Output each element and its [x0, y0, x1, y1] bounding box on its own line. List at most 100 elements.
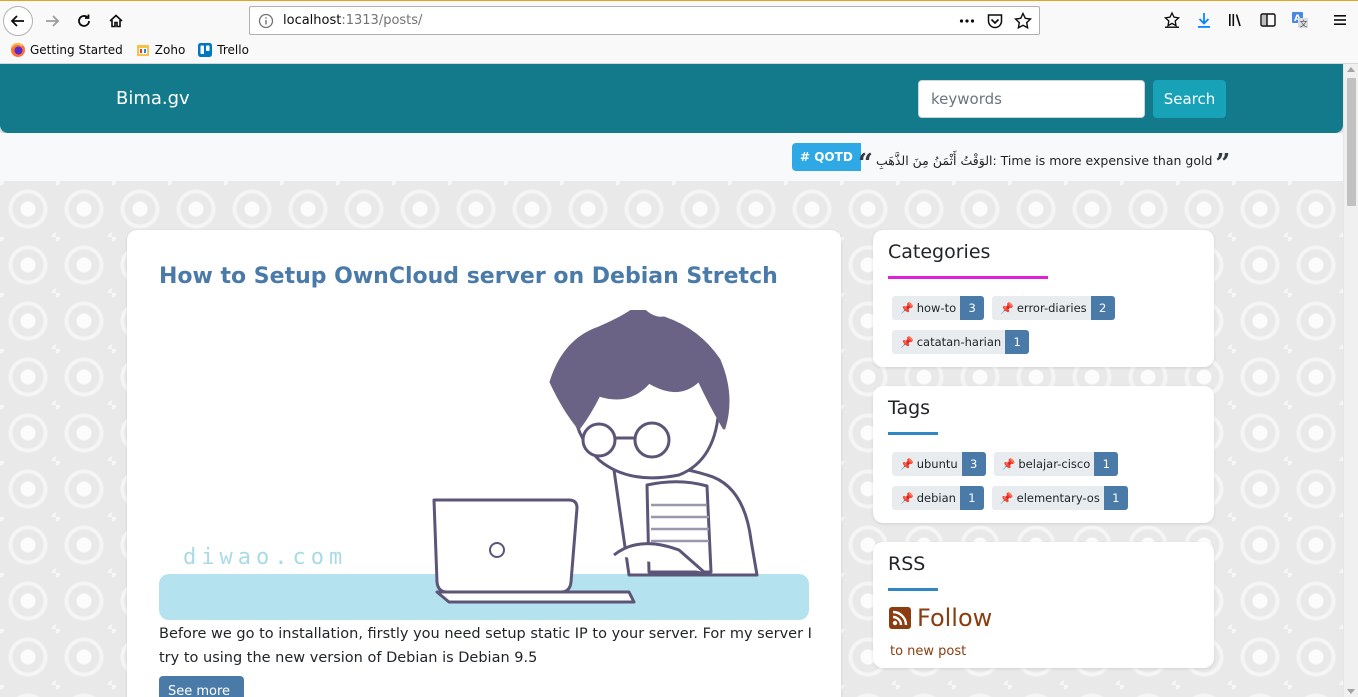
starred-bookmarks-icon[interactable] [1162, 10, 1182, 30]
scrollbar-thumb[interactable] [1347, 78, 1356, 206]
forward-button[interactable] [37, 6, 67, 36]
quote-of-the-day-bar: # QOTD “ الوَقْتُ أَثْمَنُ مِنَ الذَّهَب… [0, 133, 1343, 181]
qotd-quote: “ الوَقْتُ أَثْمَنُ مِنَ الذَّهَبِ: Time… [858, 147, 1230, 177]
scroll-up-icon[interactable] [1347, 67, 1355, 72]
url-path: :1313/posts/ [341, 13, 423, 28]
categories-title: Categories [888, 241, 991, 263]
firefox-icon [11, 42, 25, 57]
tags-widget: Tags 📌 ubuntu 3 📌 belajar-cisco 1 📌 debian … [873, 386, 1214, 523]
back-button[interactable] [3, 6, 33, 36]
post-illustration[interactable]: diwao.com [159, 310, 809, 620]
tag-chip-elementary-os[interactable]: 📌 elementary-os 1 [991, 486, 1128, 510]
quote-close-icon: ” [1215, 149, 1231, 179]
reload-icon [78, 14, 90, 27]
categories-widget: Categories 📌 how-to 3 📌 error-diaries 2 📌 c… [873, 230, 1214, 367]
tag-list: 📌 ubuntu 3 📌 belajar-cisco 1 📌 debian 1 📌 el… [892, 452, 1212, 510]
see-more-button[interactable]: See more [159, 676, 244, 697]
chip-count: 3 [961, 452, 986, 476]
page-actions-icon[interactable] [957, 11, 977, 31]
reload-button[interactable] [69, 6, 99, 36]
search-button[interactable]: Search [1153, 80, 1226, 118]
rss-follow-label: Follow [917, 604, 993, 632]
sidebar-toggle-icon[interactable] [1258, 10, 1278, 30]
bookmark-trello[interactable]: Trello [197, 42, 249, 58]
qotd-quote-text: الوَقْتُ أَثْمَنُ مِنَ الذَّهَبِ: Time i… [875, 152, 1213, 168]
bookmark-star-icon[interactable] [1013, 11, 1033, 31]
boy-figure [549, 310, 759, 577]
post-card: How to Setup OwnCloud server on Debian S… [127, 230, 841, 697]
bookmark-getting-started[interactable]: Getting Started [10, 42, 123, 58]
hamburger-menu-icon[interactable] [1330, 10, 1350, 30]
rss-subtitle[interactable]: to new post [890, 644, 966, 659]
qotd-badge: # QOTD [792, 143, 861, 171]
categories-underline [888, 276, 1048, 279]
browser-toolbar: localhost:1313/posts/ A文 Getting Started… [0, 0, 1358, 64]
url-host: localhost [283, 13, 342, 28]
bookmark-zoho[interactable]: Zoho [135, 42, 186, 58]
page-viewport: Bima.gv Search # QOTD “ الوَقْتُ أَثْمَن… [0, 64, 1343, 697]
page-scrollbar[interactable] [1343, 64, 1358, 697]
tags-underline [888, 432, 938, 435]
site-info-icon[interactable] [258, 13, 274, 33]
tags-title: Tags [888, 397, 931, 419]
image-watermark: diwao.com [183, 545, 347, 570]
category-chip-catatan-harian[interactable]: 📌 catatan-harian 1 [892, 330, 1030, 354]
chip-label: how-to [916, 301, 957, 315]
rss-underline [888, 588, 938, 591]
chip-count: 1 [1103, 486, 1128, 510]
pocket-icon[interactable] [985, 11, 1005, 31]
chip-label: error-diaries [1016, 301, 1087, 315]
pin-icon: 📌 [900, 335, 914, 349]
translate-extension-icon[interactable]: A文 [1290, 10, 1310, 30]
url-text[interactable]: localhost:1313/posts/ [283, 13, 422, 28]
pin-icon: 📌 [900, 457, 914, 471]
svg-text:文: 文 [1300, 19, 1308, 29]
quote-open-icon: “ [858, 149, 873, 179]
bookmarks-toolbar: Getting Started Zoho Trello [10, 42, 249, 58]
pin-icon: 📌 [900, 301, 914, 315]
pin-icon: 📌 [999, 491, 1014, 505]
rss-icon [889, 607, 911, 629]
search-input[interactable] [918, 80, 1145, 118]
chip-count: 1 [1094, 452, 1119, 476]
library-icon[interactable] [1226, 10, 1246, 30]
post-title[interactable]: How to Setup OwnCloud server on Debian S… [159, 264, 778, 289]
chip-label: elementary-os [1016, 491, 1100, 505]
downloads-icon[interactable] [1194, 10, 1214, 30]
pin-icon: 📌 [1000, 301, 1014, 315]
post-excerpt: Before we go to installation, firstly yo… [159, 626, 812, 666]
category-chip-how-to[interactable]: 📌 how-to 3 [892, 296, 985, 320]
trello-icon [198, 43, 213, 57]
pin-icon: 📌 [1001, 457, 1016, 471]
home-icon [109, 14, 123, 28]
bookmark-label: Zoho [154, 43, 186, 57]
site-brand[interactable]: Bima.gv [116, 88, 190, 109]
scroll-down-icon[interactable] [1347, 689, 1355, 694]
category-list: 📌 how-to 3 📌 error-diaries 2 📌 catatan-hari… [892, 296, 1212, 354]
rss-follow-link[interactable]: Follow [889, 604, 992, 632]
bookmark-label: Getting Started [30, 43, 123, 57]
zoho-icon [136, 45, 149, 56]
address-bar[interactable]: localhost:1313/posts/ [249, 6, 1040, 35]
chip-label: ubuntu [916, 457, 958, 471]
chip-count: 2 [1090, 296, 1115, 320]
chip-count: 3 [960, 296, 985, 320]
chip-count: 1 [1005, 330, 1030, 354]
site-navbar: Bima.gv Search [0, 64, 1343, 133]
forward-arrow-icon [46, 15, 60, 27]
chip-label: debian [916, 491, 956, 505]
bookmark-label: Trello [217, 43, 249, 57]
tag-chip-debian[interactable]: 📌 debian 1 [892, 486, 984, 510]
pin-icon: 📌 [900, 491, 914, 505]
window-top-border [0, 0, 1358, 1]
tag-chip-belajar-cisco[interactable]: 📌 belajar-cisco 1 [993, 452, 1119, 476]
qotd-badge-label: # QOTD [800, 150, 853, 164]
chip-label: belajar-cisco [1018, 457, 1091, 471]
rss-title: RSS [888, 553, 926, 575]
chip-count: 1 [959, 486, 984, 510]
category-chip-error-diaries[interactable]: 📌 error-diaries 2 [992, 296, 1115, 320]
home-button[interactable] [101, 6, 131, 36]
back-arrow-icon [10, 15, 24, 27]
tag-chip-ubuntu[interactable]: 📌 ubuntu 3 [892, 452, 986, 476]
rss-widget: RSS Follow to new post [873, 542, 1214, 668]
